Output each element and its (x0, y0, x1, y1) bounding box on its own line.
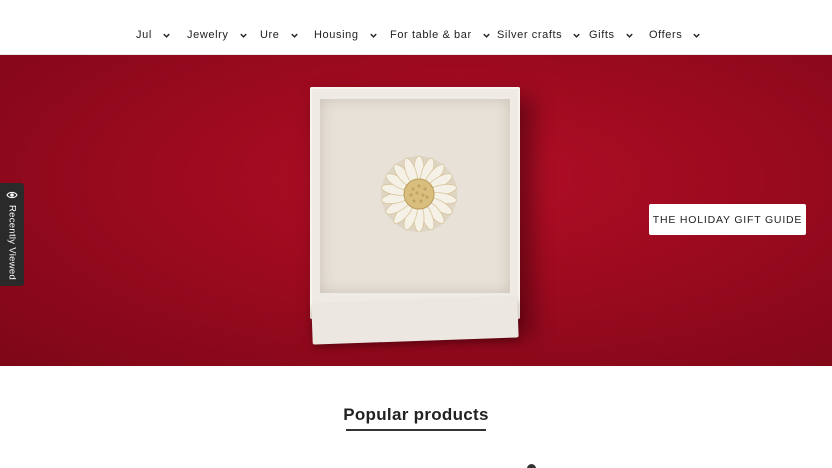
nav-item-offers[interactable]: Offers (649, 27, 701, 43)
nav-item-ure[interactable]: Ure (260, 27, 299, 43)
recently-viewed-tab[interactable]: Recently Viewed (0, 183, 24, 286)
chevron-down-icon (482, 31, 491, 40)
daisy-brooch-image (378, 153, 460, 235)
hero-banner: THE HOLIDAY GIFT GUIDE (0, 55, 832, 366)
nav-item-label: Silver crafts (497, 29, 563, 41)
chevron-down-icon (239, 31, 248, 40)
nav-item-label: Offers (649, 29, 683, 41)
chevron-down-icon (692, 31, 701, 40)
product-image-peek (527, 464, 536, 468)
holiday-gift-guide-button[interactable]: THE HOLIDAY GIFT GUIDE (649, 204, 806, 235)
nav-item-silver-crafts[interactable]: Silver crafts (497, 27, 581, 43)
heading-underline (346, 429, 486, 431)
nav-item-for-table-bar[interactable]: For table & bar (390, 27, 491, 43)
nav-item-jewelry[interactable]: Jewelry (187, 27, 248, 43)
chevron-down-icon (162, 31, 171, 40)
tissue-paper (311, 297, 519, 345)
nav-item-label: Housing (314, 29, 359, 41)
chevron-down-icon (572, 31, 581, 40)
chevron-down-icon (369, 31, 378, 40)
recently-viewed-label: Recently Viewed (6, 205, 18, 281)
nav-item-label: Gifts (589, 29, 615, 41)
nav-item-label: Jul (136, 29, 152, 41)
eye-icon (6, 189, 18, 201)
chevron-down-icon (625, 31, 634, 40)
nav-item-jul[interactable]: Jul (136, 27, 171, 43)
popular-products-heading: Popular products (343, 405, 489, 424)
nav-item-gifts[interactable]: Gifts (589, 27, 634, 43)
chevron-down-icon (290, 31, 299, 40)
nav-item-label: For table & bar (390, 29, 472, 41)
nav-item-label: Jewelry (187, 29, 229, 41)
nav-item-label: Ure (260, 29, 280, 41)
nav-item-housing[interactable]: Housing (314, 27, 378, 43)
main-navigation: Jul Jewelry Ure Housing For table & bar … (0, 0, 832, 55)
